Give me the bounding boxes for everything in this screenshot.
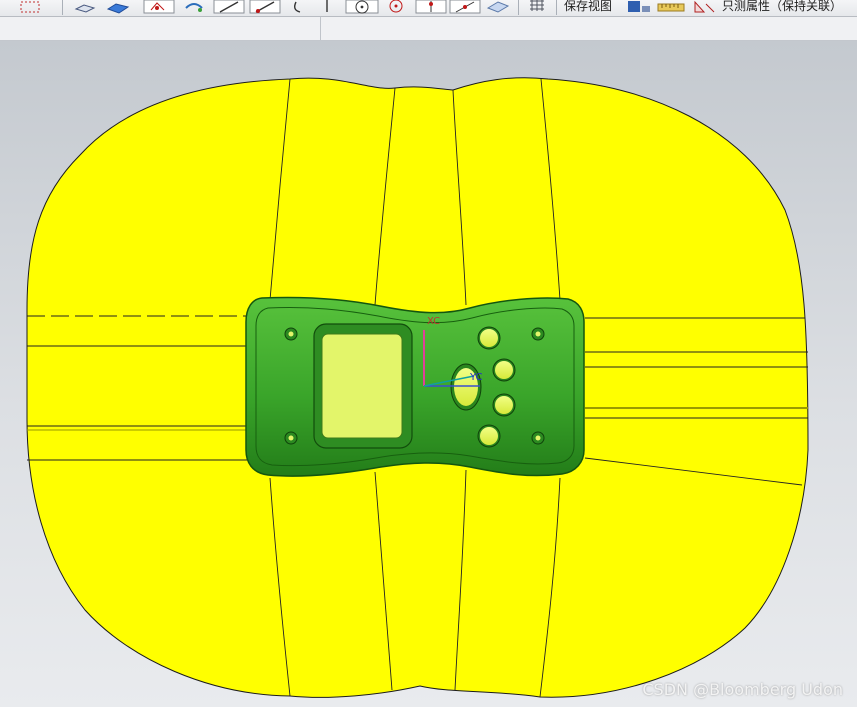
screen-area[interactable] <box>313 323 413 449</box>
point-vertical-tool-icon[interactable] <box>414 0 448 14</box>
button-bottom[interactable] <box>477 424 501 448</box>
circle-tool-icon[interactable] <box>344 0 380 14</box>
axis-y-label: YC <box>469 372 483 383</box>
part-body[interactable] <box>245 296 585 477</box>
mount-hole <box>531 327 545 341</box>
secondary-toolbar <box>0 17 857 41</box>
mount-hole <box>284 327 298 341</box>
circle-point-tool-icon[interactable] <box>382 0 410 14</box>
toolbar-separator <box>62 0 63 15</box>
rotate-tool-icon[interactable] <box>180 0 208 14</box>
shaded-view-icon[interactable] <box>104 0 132 14</box>
toolbar-divider <box>320 17 321 40</box>
button-center-oval[interactable] <box>450 363 482 411</box>
cad-scene: XC YC <box>26 77 809 698</box>
measure-props-label[interactable]: 只测属性（保持关联） <box>722 0 842 14</box>
arc-tool-icon[interactable] <box>290 0 312 14</box>
view-orient-icon[interactable] <box>484 0 512 14</box>
line-tool-icon[interactable] <box>212 0 246 14</box>
select-box-icon[interactable] <box>18 0 44 14</box>
graphics-viewport[interactable]: XC YC CSDN @Bloomberg Udon <box>0 41 857 707</box>
watermark: CSDN @Bloomberg Udon <box>642 680 843 699</box>
vertical-line-icon[interactable] <box>316 0 338 14</box>
toolbar-separator <box>518 0 519 15</box>
button-lower[interactable] <box>492 393 516 417</box>
mount-hole <box>531 431 545 445</box>
snap-point-icon[interactable] <box>142 0 176 14</box>
wireframe-view-icon[interactable] <box>72 0 100 14</box>
ruler-icon[interactable] <box>656 0 686 14</box>
toolbar-separator <box>556 0 557 15</box>
save-view-label[interactable]: 保存视图 <box>564 0 612 14</box>
grid-icon[interactable] <box>524 0 550 14</box>
main-toolbar: 保存视图 只测属性（保持关联） <box>0 0 857 17</box>
button-top[interactable] <box>477 326 501 350</box>
button-upper[interactable] <box>492 358 516 382</box>
point-diagonal-tool-icon[interactable] <box>448 0 482 14</box>
measure-props-icon[interactable] <box>690 0 718 14</box>
save-view-icon[interactable] <box>624 0 652 14</box>
line-point-tool-icon[interactable] <box>248 0 282 14</box>
axis-x-label: XC <box>427 316 440 327</box>
mount-hole <box>284 431 298 445</box>
